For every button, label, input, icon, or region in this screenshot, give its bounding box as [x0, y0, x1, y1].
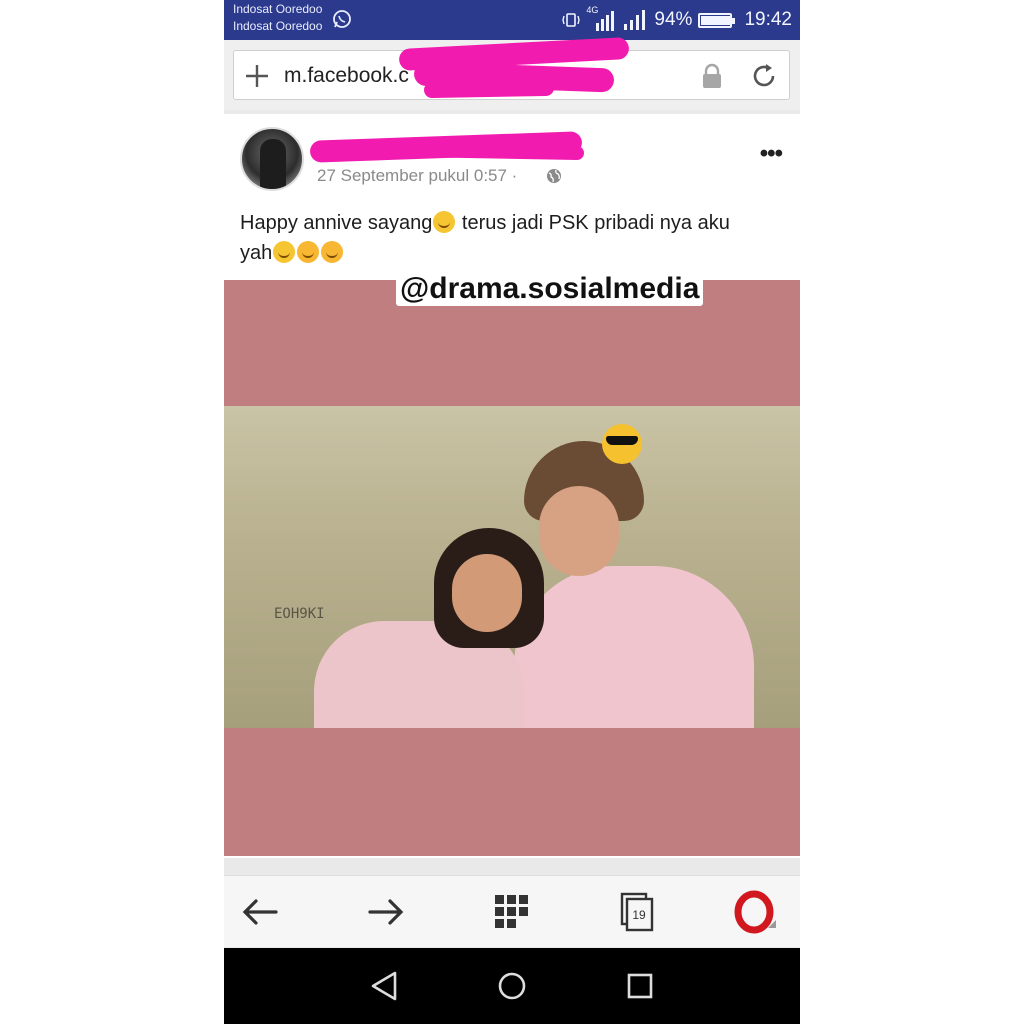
battery-icon: [698, 12, 736, 28]
more-options-icon[interactable]: •••: [760, 140, 783, 168]
nav-home-icon[interactable]: [494, 968, 530, 1004]
opera-logo-icon[interactable]: [734, 890, 778, 934]
vibrate-icon: [562, 13, 581, 27]
back-arrow-icon[interactable]: [238, 890, 282, 934]
heart-eyes-emoji-icon: [321, 241, 344, 263]
post-timestamp[interactable]: 27 September pukul 0:57 ·: [317, 166, 517, 186]
couple-photo: EOH9KI: [224, 406, 800, 728]
address-bar[interactable]: m.facebook.c: [233, 36, 790, 100]
post-text-part: terus jadi PSK pribadi nya aku: [456, 212, 730, 234]
battery-percent: 94%: [654, 9, 693, 30]
smiling-emoji-icon: [273, 241, 296, 263]
speed-dial-icon[interactable]: [490, 890, 534, 934]
globe-icon: [547, 169, 561, 183]
browser-address-area: m.facebook.c: [224, 36, 800, 110]
carrier-label: Indosat Ooredoo: [233, 2, 323, 16]
mobile-signal-4g: 4G: [586, 5, 616, 31]
reload-icon[interactable]: [749, 61, 779, 91]
post-text-part: Happy annive sayang: [240, 212, 433, 234]
sunglasses-emoji-icon: [602, 424, 642, 464]
post-text: Happy annive sayang terus jadi PSK priba…: [240, 208, 790, 268]
phone-screen: Indosat Ooredoo Indosat Ooredoo 4G 94% 1…: [224, 0, 800, 1024]
smiling-emoji-icon: [433, 211, 456, 233]
whatsapp-icon: [333, 10, 351, 28]
carrier-label-secondary: Indosat Ooredoo: [233, 19, 323, 33]
browser-toolbar: 19: [224, 875, 800, 947]
android-navigation-bar: [224, 948, 800, 1024]
nav-back-icon[interactable]: [367, 968, 403, 1004]
clock: 19:42: [744, 9, 792, 30]
url-redaction: [423, 79, 555, 99]
avatar[interactable]: [240, 127, 304, 191]
signal-icon: [596, 11, 615, 31]
status-indicators: 4G 94% 19:42: [562, 5, 792, 32]
nav-recents-icon[interactable]: [622, 968, 658, 1004]
tab-count: 19: [632, 908, 646, 922]
signal-icon-secondary: [624, 10, 646, 30]
lock-icon: [703, 63, 721, 88]
forward-arrow-icon[interactable]: [364, 890, 408, 934]
post-photo[interactable]: EOH9KI: [224, 280, 800, 856]
tabs-button[interactable]: 19: [616, 890, 660, 934]
url-text[interactable]: m.facebook.c: [284, 64, 409, 88]
facebook-post: 27 September pukul 0:57 · ••• Happy anni…: [224, 114, 800, 858]
kissing-emoji-icon: [297, 241, 320, 263]
status-bar: Indosat Ooredoo Indosat Ooredoo 4G 94% 1…: [224, 0, 800, 40]
post-text-part: yah: [240, 242, 273, 264]
watermark: @drama.sosialmedia: [396, 272, 704, 306]
new-tab-icon[interactable]: [244, 63, 270, 89]
wall-graffiti: EOH9KI: [274, 606, 325, 622]
